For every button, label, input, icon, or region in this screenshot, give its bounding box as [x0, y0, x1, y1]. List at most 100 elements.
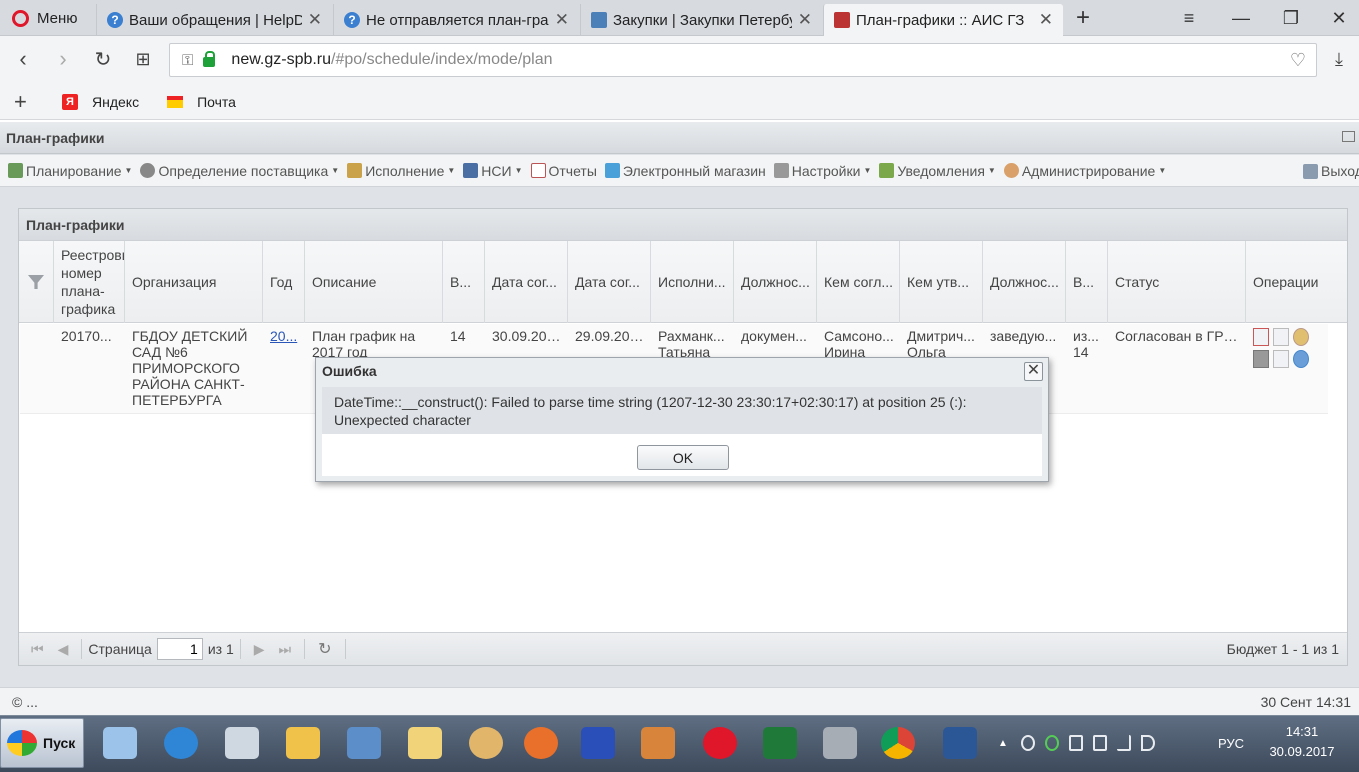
next-page-icon[interactable]: ▶	[254, 641, 265, 658]
taskbar-server[interactable]	[814, 720, 866, 766]
lock-icon[interactable]	[203, 51, 216, 67]
taskbar-monitor[interactable]	[338, 720, 390, 766]
menu-label: Администрирование	[1021, 162, 1156, 179]
close-icon[interactable]: ✕	[1039, 10, 1053, 30]
column-confirmed-by[interactable]: Кем утв...	[900, 241, 983, 323]
back-icon[interactable]: ‹	[8, 44, 38, 74]
taskbar-opera[interactable]	[694, 720, 746, 766]
tab-plan-graphs[interactable]: План-графики :: АИС ГЗ ✕	[823, 4, 1063, 36]
server-icon	[823, 727, 857, 759]
bookmark-label: Яндекс	[92, 93, 140, 110]
taskbar-firefox[interactable]	[515, 720, 567, 766]
column-operations[interactable]: Операции	[1246, 241, 1347, 323]
bookmarks-bar: + Я Яндекс Почта	[0, 84, 1359, 120]
window-close-icon[interactable]: ✕	[1314, 0, 1359, 36]
menu-planning[interactable]: Планирование ▼	[8, 163, 132, 179]
tab-not-sent[interactable]: ? Не отправляется план-график ✕	[333, 4, 579, 36]
edit-doc-icon[interactable]	[1273, 328, 1289, 346]
column-status[interactable]: Статус	[1108, 241, 1246, 323]
tray-network-icon[interactable]	[1044, 735, 1059, 751]
forward-icon[interactable]: ›	[48, 44, 78, 74]
flag-icon[interactable]	[1068, 735, 1083, 751]
menu-reports[interactable]: Отчеты	[530, 163, 597, 179]
opera-menu-button[interactable]: Меню	[0, 0, 94, 36]
list-icon[interactable]	[1273, 350, 1289, 368]
maximize-icon[interactable]: ❐	[1266, 0, 1316, 36]
taskbar-app-orange[interactable]	[632, 720, 684, 766]
column-description[interactable]: Описание	[305, 241, 443, 323]
taskbar-paint[interactable]	[460, 720, 512, 766]
start-button[interactable]: Пуск	[0, 718, 84, 768]
document-icon[interactable]	[1253, 328, 1269, 346]
key-icon[interactable]: ⚿	[182, 52, 193, 69]
tray-expand-icon[interactable]: ▲	[998, 738, 1008, 749]
url-field[interactable]: ⚿ new.gz-spb.ru/#po/schedule/index/mode/…	[169, 43, 1317, 77]
column-v2[interactable]: В...	[1066, 241, 1108, 323]
collapse-icon[interactable]	[1342, 131, 1355, 142]
tab-zakupki[interactable]: Закупки | Закупки Петербурга ✕	[580, 4, 822, 36]
column-organization[interactable]: Организация	[125, 241, 263, 323]
taskbar-chrome[interactable]	[872, 720, 924, 766]
column-approved-by[interactable]: Кем согл...	[817, 241, 900, 323]
menu-settings[interactable]: Настройки ▼	[773, 163, 871, 179]
tab-helpdesk[interactable]: ? Ваши обращения | HelpDesk ✕	[96, 4, 332, 36]
close-icon[interactable]: ✕	[555, 10, 569, 30]
cell-year[interactable]: 20...	[263, 324, 305, 414]
clock[interactable]: 14:31 30.09.2017	[1262, 722, 1342, 762]
menu-supplier[interactable]: Определение поставщика ▼	[140, 163, 339, 179]
column-year[interactable]: Год	[263, 241, 305, 323]
taskbar-show-desktop[interactable]	[94, 720, 146, 766]
menu-execution[interactable]: Исполнение ▼	[347, 163, 455, 179]
taskbar-ie[interactable]	[155, 720, 207, 766]
taskbar-explorer[interactable]	[277, 720, 329, 766]
tab-menu-icon[interactable]: ≡	[1164, 0, 1214, 36]
minimize-icon[interactable]: —	[1216, 0, 1266, 36]
ok-button[interactable]: OK	[637, 445, 729, 470]
taskbar-mail[interactable]	[399, 720, 451, 766]
taskbar-recycle[interactable]	[216, 720, 268, 766]
language-indicator[interactable]: РУС	[1218, 736, 1244, 751]
signal-icon[interactable]	[1116, 735, 1131, 751]
column-date1[interactable]: Дата сог...	[485, 241, 568, 323]
column-position2[interactable]: Должнос...	[983, 241, 1066, 323]
emblem-icon[interactable]	[1293, 328, 1309, 346]
download-icon[interactable]: ⤓	[1324, 44, 1354, 74]
first-page-icon[interactable]: ⏮	[31, 641, 44, 658]
add-bookmark-icon[interactable]: +	[14, 89, 34, 115]
bookmark-yandex[interactable]: Я Яндекс	[62, 93, 140, 110]
menu-admin[interactable]: Администрирование ▼	[1003, 162, 1166, 179]
new-tab-button[interactable]: +	[1060, 0, 1106, 36]
column-date2[interactable]: Дата сог...	[568, 241, 651, 323]
column-executor[interactable]: Исполни...	[651, 241, 734, 323]
page-number-input[interactable]	[156, 638, 203, 660]
logout-icon	[1303, 163, 1318, 179]
separator	[239, 639, 241, 659]
close-icon[interactable]: ✕	[308, 10, 322, 30]
logout-button[interactable]: Выход	[1303, 155, 1359, 187]
taskbar-checklist[interactable]	[572, 720, 624, 766]
binoculars-icon[interactable]	[1253, 350, 1269, 368]
prev-page-icon[interactable]: ◀	[58, 641, 69, 658]
column-reg-number[interactable]: Реестровый номер плана-графика	[54, 241, 125, 323]
info-icon[interactable]	[1293, 350, 1309, 368]
taskbar-excel[interactable]	[754, 720, 806, 766]
menu-notifications[interactable]: Уведомления ▼	[879, 163, 996, 179]
bookmark-mail[interactable]: Почта	[167, 94, 236, 110]
volume-icon[interactable]	[1140, 735, 1155, 751]
close-icon[interactable]: ✕	[798, 10, 812, 30]
refresh-icon[interactable]: ↻	[318, 639, 331, 659]
menu-nsi[interactable]: НСИ ▼	[463, 163, 523, 179]
year-link[interactable]: 20...	[270, 328, 297, 344]
dialog-close-icon[interactable]: ✕	[1024, 362, 1043, 381]
taskbar-word[interactable]	[934, 720, 986, 766]
last-page-icon[interactable]: ⏭	[279, 641, 292, 658]
battery-icon[interactable]	[1092, 735, 1107, 751]
menu-eshop[interactable]: Электронный магазин	[604, 163, 766, 179]
filter-column[interactable]	[19, 241, 54, 323]
speed-dial-icon[interactable]: ⊞	[128, 44, 158, 74]
column-version[interactable]: В...	[443, 241, 485, 323]
reload-icon[interactable]: ↻	[88, 44, 118, 74]
tray-alert-icon[interactable]	[1020, 735, 1035, 751]
heart-icon[interactable]: ♡	[1290, 50, 1306, 71]
column-position1[interactable]: Должнос...	[734, 241, 817, 323]
